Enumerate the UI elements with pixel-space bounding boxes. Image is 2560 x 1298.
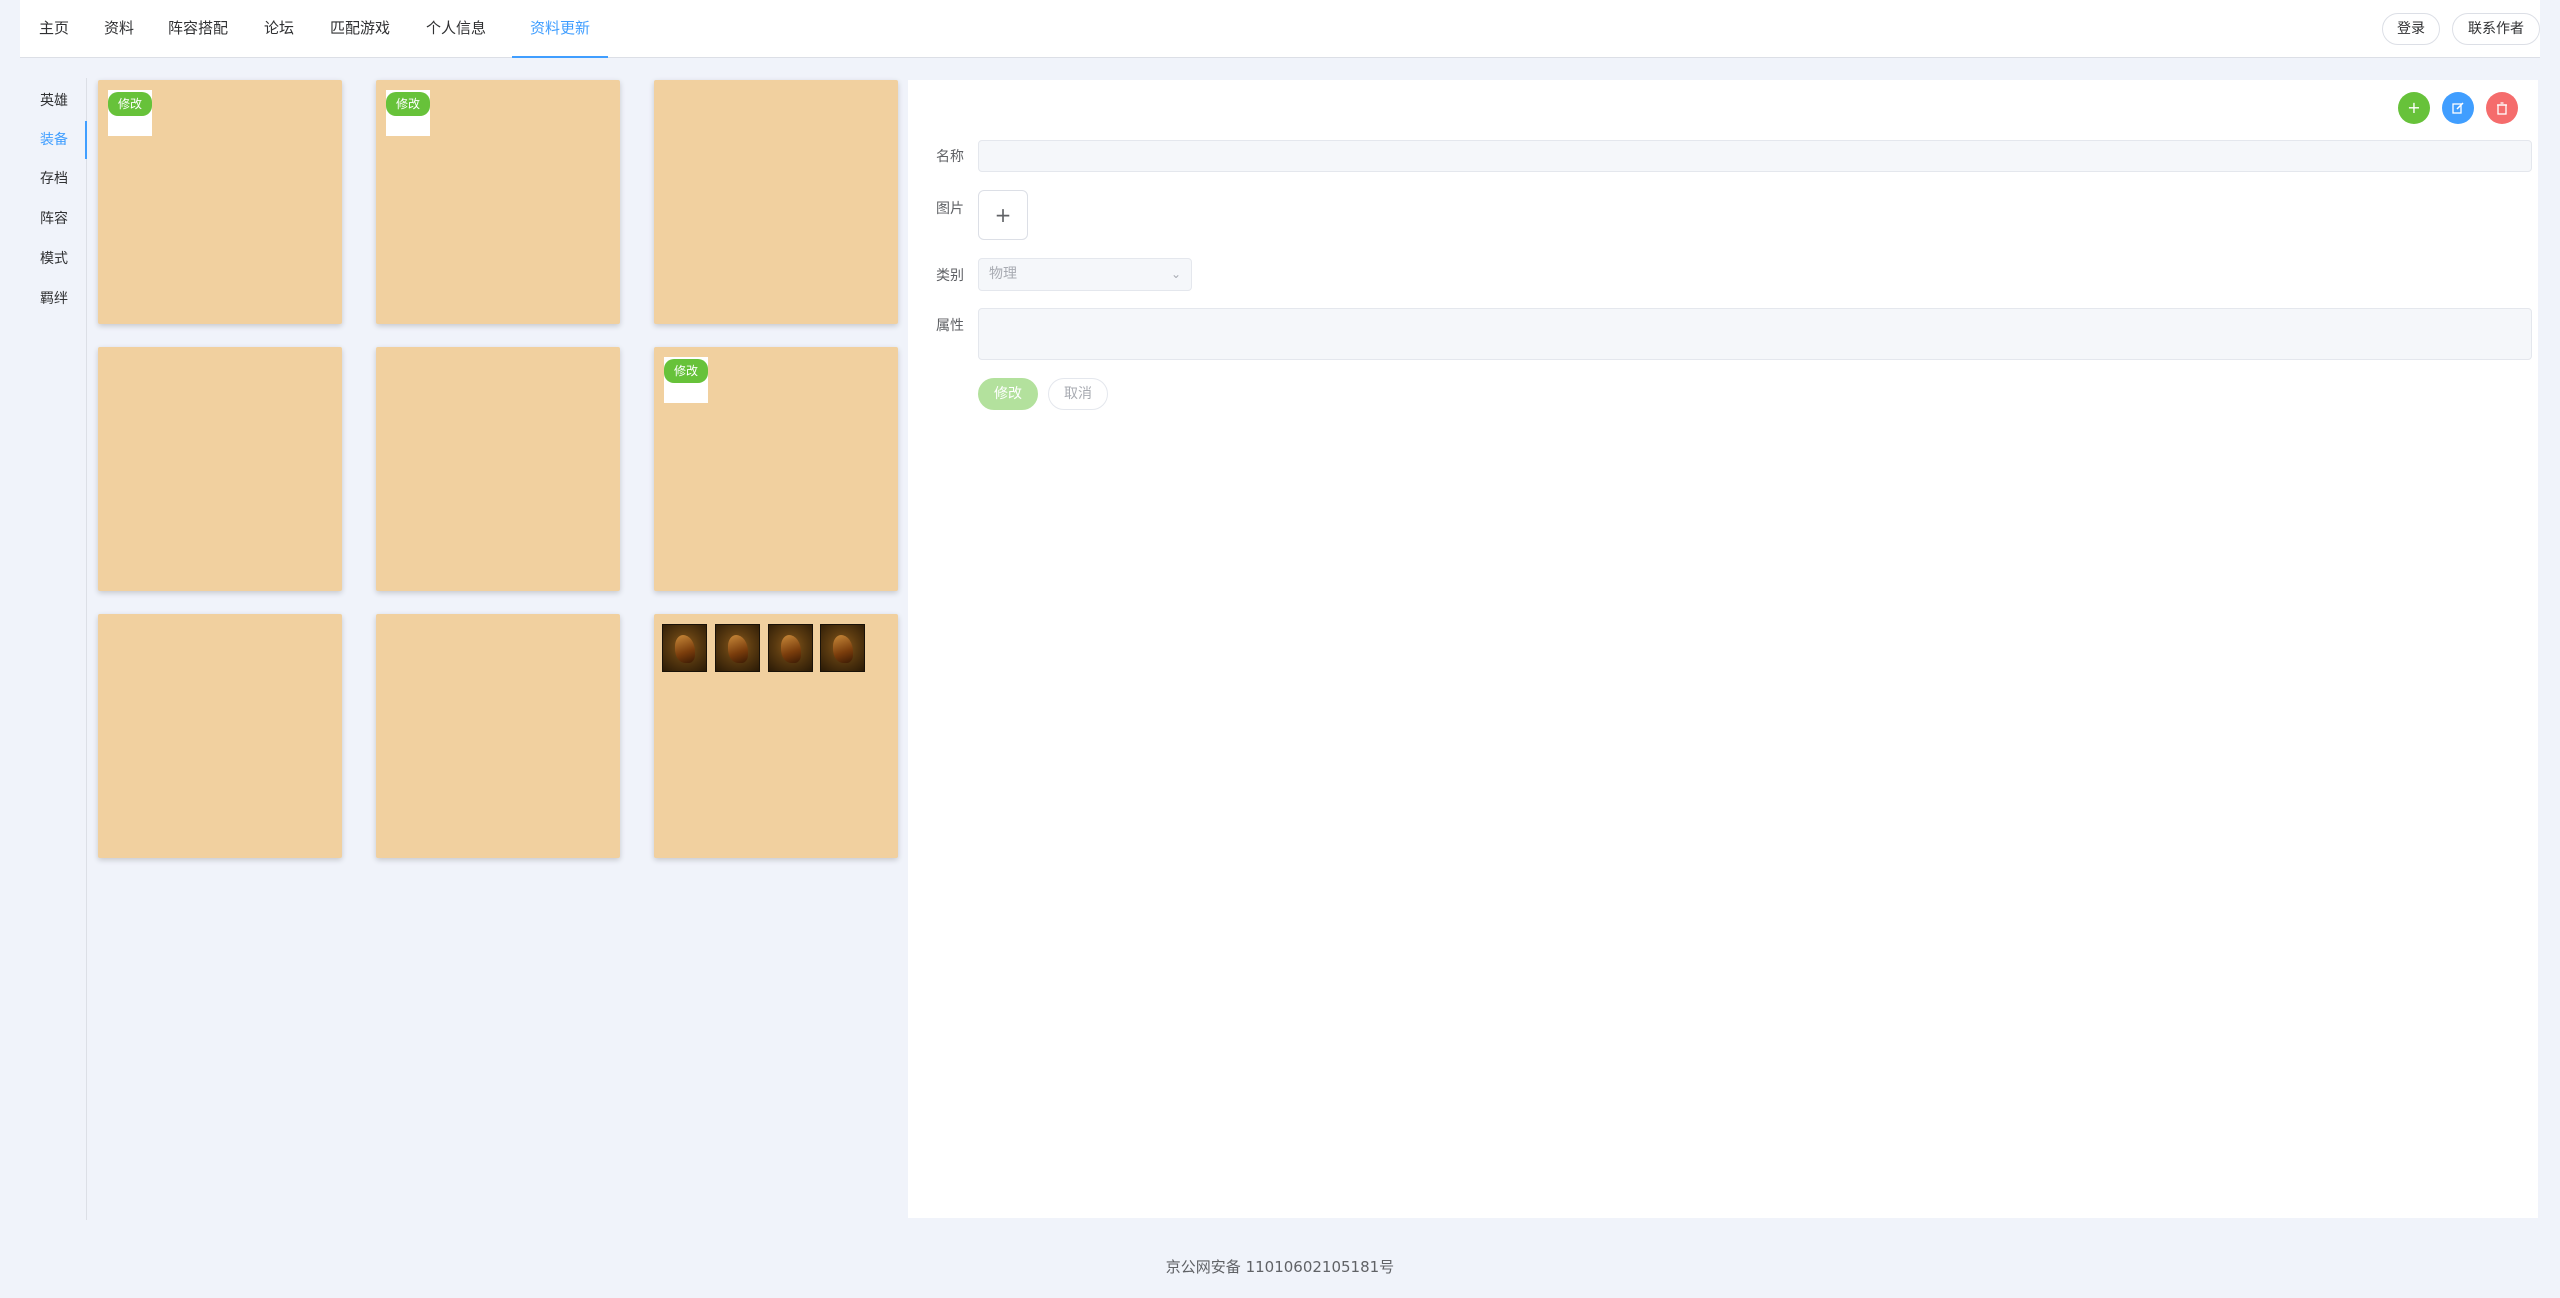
edit-badge-button[interactable]: 修改 xyxy=(664,359,708,383)
edit-button[interactable] xyxy=(2442,92,2474,124)
equipment-card[interactable]: 修改 xyxy=(98,80,342,324)
footer-icp-text: 京公网安备 11010602105181号 xyxy=(1165,1258,1395,1276)
chevron-down-icon: ⌄ xyxy=(1170,267,1181,281)
sidebar-item-synergy[interactable]: 羁绊 xyxy=(20,280,87,318)
equipment-card[interactable]: 修改 xyxy=(376,80,620,324)
edit-badge-button[interactable]: 修改 xyxy=(386,92,430,116)
sidebar-item-modes[interactable]: 模式 xyxy=(20,240,87,278)
name-label: 名称 xyxy=(936,149,964,165)
equipment-item-icon[interactable] xyxy=(768,624,813,672)
attributes-textarea[interactable] xyxy=(978,308,2532,360)
edit-badge-button[interactable]: 修改 xyxy=(108,92,152,116)
equipment-card[interactable] xyxy=(98,347,342,591)
tab-data[interactable]: 资料 xyxy=(88,0,150,58)
tab-home[interactable]: 主页 xyxy=(20,0,88,58)
name-input[interactable] xyxy=(978,140,2532,172)
equipment-item-icon[interactable] xyxy=(820,624,865,672)
sidebar-item-lineup[interactable]: 阵容 xyxy=(20,200,87,238)
tab-data-update[interactable]: 资料更新 xyxy=(512,0,608,58)
attributes-label: 属性 xyxy=(936,318,964,334)
cancel-button[interactable]: 取消 xyxy=(1048,378,1108,410)
equipment-card[interactable] xyxy=(654,80,898,324)
sidebar-item-heroes[interactable]: 英雄 xyxy=(20,82,87,120)
delete-button[interactable] xyxy=(2486,92,2518,124)
equipment-item-icon[interactable] xyxy=(662,624,707,672)
equipment-card[interactable] xyxy=(376,614,620,858)
add-button[interactable]: + xyxy=(2398,92,2430,124)
plus-icon: + xyxy=(994,203,1012,227)
tab-forum[interactable]: 论坛 xyxy=(246,0,312,58)
category-label: 类别 xyxy=(936,268,964,284)
category-value: 物理 xyxy=(989,266,1017,282)
equipment-card[interactable] xyxy=(376,347,620,591)
tab-match-game[interactable]: 匹配游戏 xyxy=(312,0,408,58)
equipment-card[interactable] xyxy=(654,614,898,858)
tab-profile[interactable]: 个人信息 xyxy=(408,0,504,58)
edit-icon xyxy=(2452,102,2464,114)
equipment-card[interactable] xyxy=(98,614,342,858)
tab-lineup[interactable]: 阵容搭配 xyxy=(150,0,246,58)
sidebar: 英雄 装备 存档 阵容 模式 羁绊 xyxy=(20,78,87,1220)
sidebar-item-saves[interactable]: 存档 xyxy=(20,160,87,198)
edit-form-panel: + 名称 图片 + 类别 物理 ⌄ 属性 修改 取消 xyxy=(908,80,2538,1218)
equipment-item-icon[interactable] xyxy=(715,624,760,672)
sidebar-item-equipment[interactable]: 装备 xyxy=(20,121,87,159)
submit-edit-button[interactable]: 修改 xyxy=(978,378,1038,410)
top-navbar: 主页 资料 阵容搭配 论坛 匹配游戏 个人信息 资料更新 登录 联系作者 xyxy=(20,0,2540,58)
login-button[interactable]: 登录 xyxy=(2382,13,2440,45)
plus-icon: + xyxy=(2407,98,2421,117)
contact-author-button[interactable]: 联系作者 xyxy=(2452,13,2540,45)
equipment-card[interactable]: 修改 xyxy=(654,347,898,591)
trash-icon xyxy=(2497,102,2507,115)
image-upload-button[interactable]: + xyxy=(978,190,1028,240)
category-select[interactable]: 物理 ⌄ xyxy=(978,258,1192,291)
image-label: 图片 xyxy=(936,201,964,217)
